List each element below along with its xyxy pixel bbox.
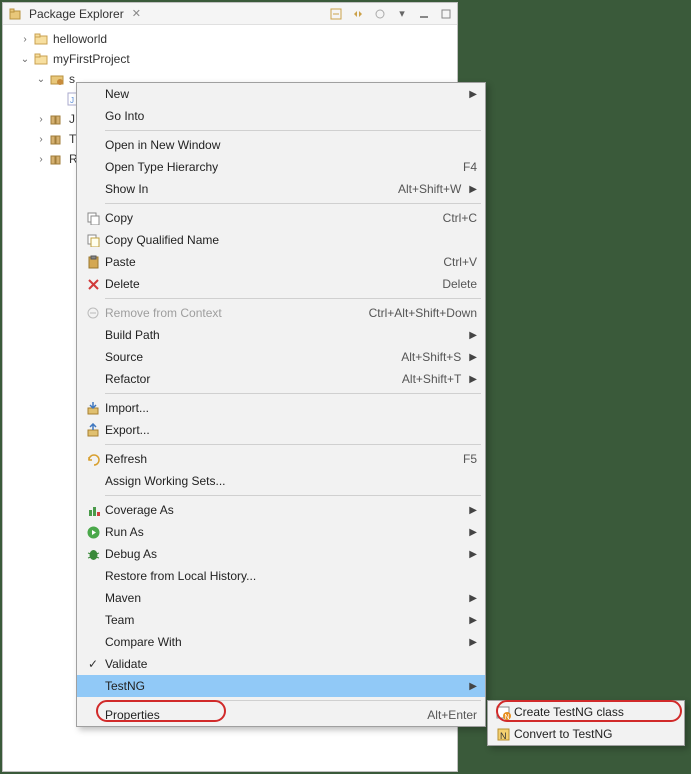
menu-team[interactable]: Team▶: [77, 609, 485, 631]
convert-testng-icon: N: [492, 723, 514, 745]
expand-icon[interactable]: ›: [35, 154, 47, 165]
menu-paste[interactable]: PasteCtrl+V: [77, 251, 485, 273]
menu-separator: [105, 444, 481, 445]
tree-item-helloworld[interactable]: › helloworld: [3, 29, 457, 49]
menu-build-path[interactable]: Build Path▶: [77, 324, 485, 346]
explorer-toolbar: ▾: [329, 7, 453, 21]
run-icon: [81, 521, 105, 543]
tree-item-myfirstproject[interactable]: ⌄ myFirstProject: [3, 49, 457, 69]
menu-assign-working-sets[interactable]: Assign Working Sets...: [77, 470, 485, 492]
menu-go-into[interactable]: Go Into: [77, 105, 485, 127]
library-icon: [49, 151, 65, 167]
tree-label: J: [69, 112, 75, 126]
coverage-icon: [81, 499, 105, 521]
menu-source[interactable]: SourceAlt+Shift+S▶: [77, 346, 485, 368]
svg-text:N: N: [500, 731, 507, 741]
menu-separator: [105, 203, 481, 204]
minimize-icon[interactable]: [417, 7, 431, 21]
menu-properties[interactable]: PropertiesAlt+Enter: [77, 704, 485, 726]
menu-testng[interactable]: TestNG▶: [77, 675, 485, 697]
tree-label: helloworld: [53, 32, 107, 46]
menu-compare-with[interactable]: Compare With▶: [77, 631, 485, 653]
project-icon: [33, 31, 49, 47]
menu-restore-local-history[interactable]: Restore from Local History...: [77, 565, 485, 587]
focus-task-icon[interactable]: [373, 7, 387, 21]
menu-copy[interactable]: CopyCtrl+C: [77, 207, 485, 229]
menu-separator: [105, 298, 481, 299]
menu-show-in[interactable]: Show InAlt+Shift+W▶: [77, 178, 485, 200]
tree-label: s: [69, 72, 75, 86]
tree-label: myFirstProject: [53, 52, 130, 66]
library-icon: [49, 111, 65, 127]
menu-refresh[interactable]: RefreshF5: [77, 448, 485, 470]
menu-import[interactable]: Import...: [77, 397, 485, 419]
paste-icon: [81, 251, 105, 273]
expand-icon[interactable]: ›: [19, 34, 31, 45]
link-editor-icon[interactable]: [351, 7, 365, 21]
menu-export[interactable]: Export...: [77, 419, 485, 441]
context-menu: New▶ Go Into Open in New Window Open Typ…: [76, 82, 486, 727]
debug-icon: [81, 543, 105, 565]
menu-maven[interactable]: Maven▶: [77, 587, 485, 609]
menu-refactor[interactable]: RefactorAlt+Shift+T▶: [77, 368, 485, 390]
view-menu-icon[interactable]: ▾: [395, 7, 409, 21]
collapse-all-icon[interactable]: [329, 7, 343, 21]
menu-run-as[interactable]: Run As▶: [77, 521, 485, 543]
submenu-create-testng-class[interactable]: N Create TestNG class: [488, 701, 684, 723]
menu-open-new-window[interactable]: Open in New Window: [77, 134, 485, 156]
menu-new[interactable]: New▶: [77, 83, 485, 105]
menu-separator: [105, 393, 481, 394]
menu-delete[interactable]: DeleteDelete: [77, 273, 485, 295]
import-icon: [81, 397, 105, 419]
menu-separator: [105, 130, 481, 131]
view-close-icon[interactable]: ✕: [132, 7, 141, 20]
source-folder-icon: [49, 71, 65, 87]
menu-open-type-hierarchy[interactable]: Open Type HierarchyF4: [77, 156, 485, 178]
menu-copy-qualified-name[interactable]: Copy Qualified Name: [77, 229, 485, 251]
remove-context-icon: [81, 302, 105, 324]
expand-icon[interactable]: ›: [35, 114, 47, 125]
copy-qn-icon: [81, 229, 105, 251]
expand-icon[interactable]: ›: [35, 134, 47, 145]
explorer-header: Package Explorer ✕ ▾: [3, 3, 457, 25]
collapse-icon[interactable]: ⌄: [35, 74, 47, 85]
collapse-icon[interactable]: ⌄: [19, 54, 31, 65]
submenu-convert-testng[interactable]: N Convert to TestNG: [488, 723, 684, 745]
copy-icon: [81, 207, 105, 229]
svg-text:J: J: [70, 96, 74, 105]
submenu-label: Convert to TestNG: [514, 727, 676, 741]
testng-class-icon: N: [492, 701, 514, 723]
explorer-title: Package Explorer: [29, 7, 124, 21]
testng-submenu: N Create TestNG class N Convert to TestN…: [487, 700, 685, 746]
maximize-icon[interactable]: [439, 7, 453, 21]
submenu-label: Create TestNG class: [514, 705, 676, 719]
package-icon: [7, 6, 23, 22]
library-icon: [49, 131, 65, 147]
refresh-icon: [81, 448, 105, 470]
checkbox-icon: [81, 653, 105, 675]
project-icon: [33, 51, 49, 67]
menu-debug-as[interactable]: Debug As▶: [77, 543, 485, 565]
menu-validate[interactable]: Validate: [77, 653, 485, 675]
menu-separator: [105, 495, 481, 496]
menu-separator: [105, 700, 481, 701]
export-icon: [81, 419, 105, 441]
delete-icon: [81, 273, 105, 295]
menu-remove-context: Remove from ContextCtrl+Alt+Shift+Down: [77, 302, 485, 324]
menu-coverage-as[interactable]: Coverage As▶: [77, 499, 485, 521]
svg-text:N: N: [504, 714, 509, 720]
